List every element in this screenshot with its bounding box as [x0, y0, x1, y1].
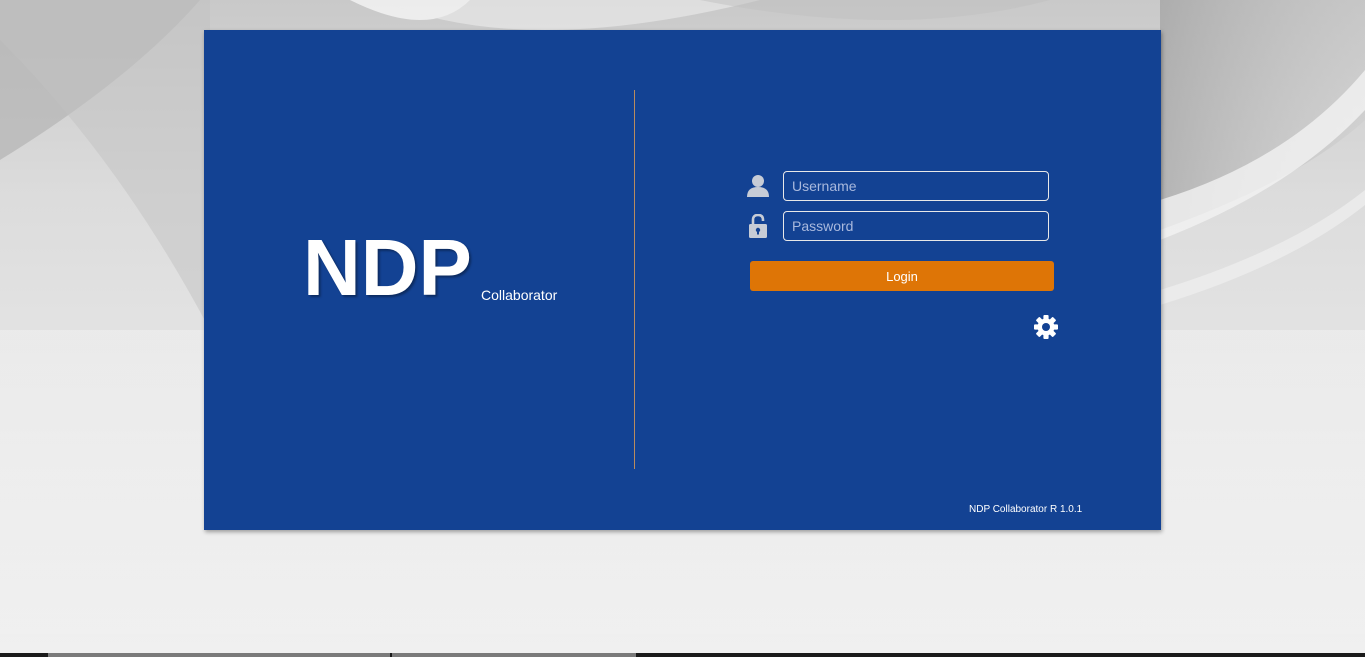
vertical-divider	[634, 90, 635, 469]
taskbar-strip	[0, 653, 1365, 657]
lock-icon	[744, 213, 772, 238]
username-input[interactable]	[783, 171, 1049, 201]
user-icon	[744, 174, 772, 198]
login-button[interactable]: Login	[750, 261, 1054, 291]
gear-icon[interactable]	[1033, 314, 1059, 340]
brand-subtitle: Collaborator	[481, 287, 558, 303]
login-panel: NDP Collaborator Login	[204, 30, 1161, 530]
version-label: NDP Collaborator R 1.0.1	[969, 504, 1083, 515]
brand-name: NDP	[303, 223, 472, 312]
password-input[interactable]	[783, 211, 1049, 241]
